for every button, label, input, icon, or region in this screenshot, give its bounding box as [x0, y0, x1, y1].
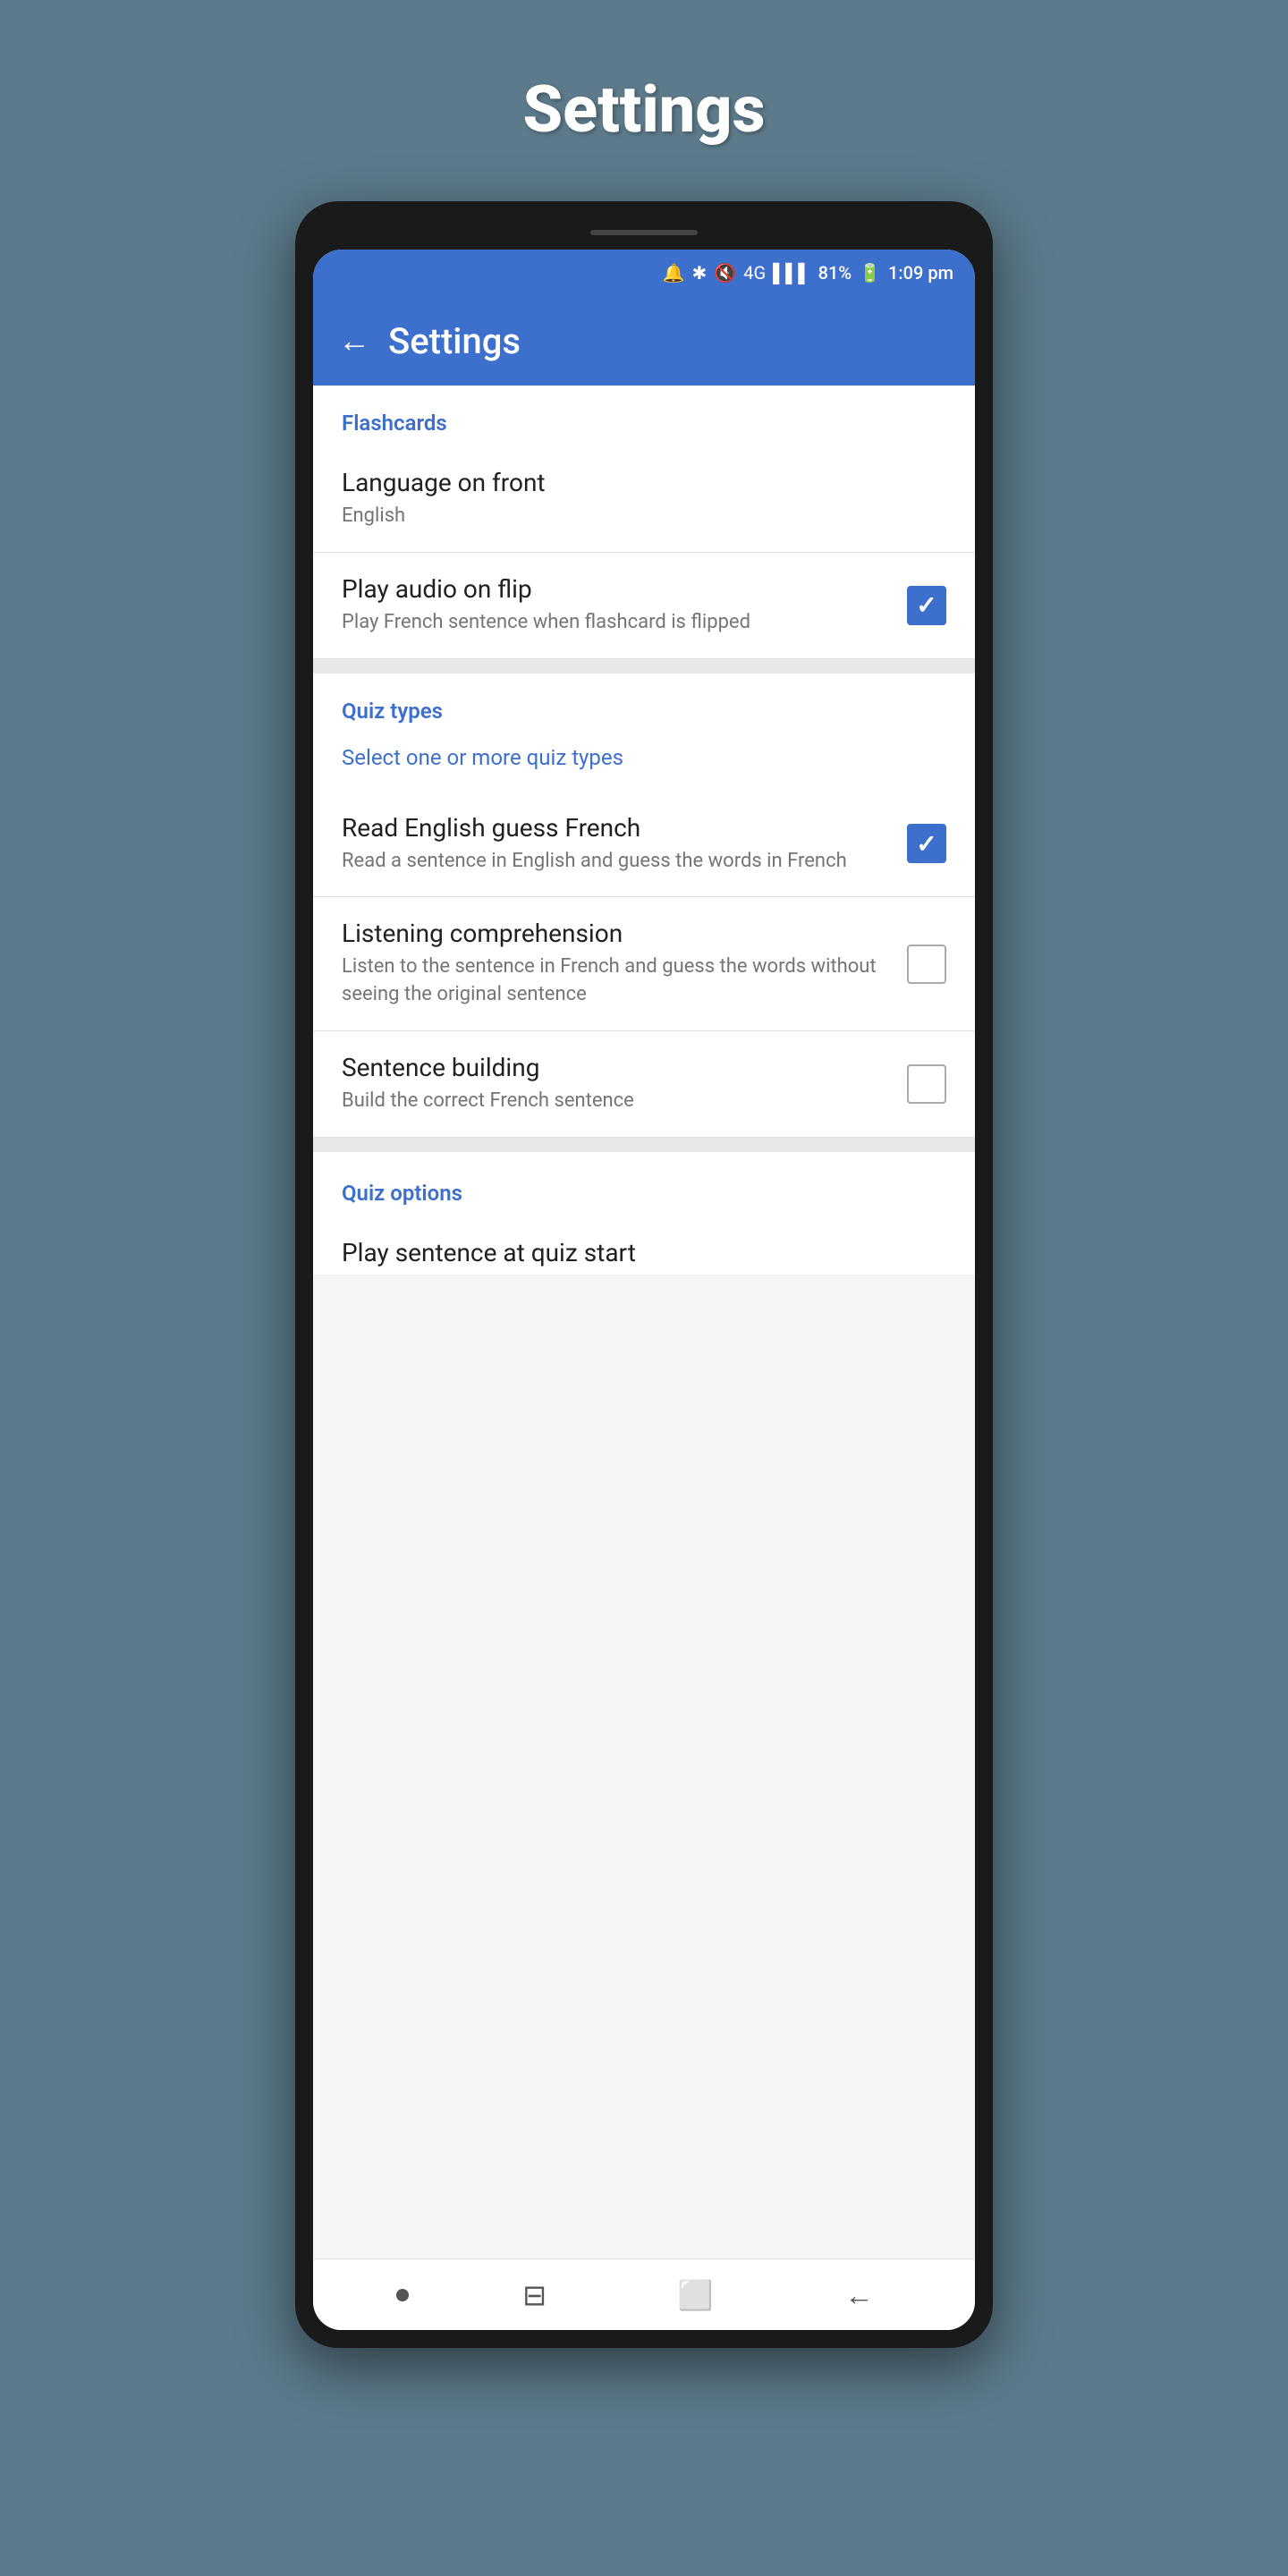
read-english-title: Read English guess French [342, 813, 889, 843]
recent-button[interactable]: ⊟ [504, 2269, 564, 2321]
bottom-nav: ⊟ ⬜ ← [313, 2258, 975, 2330]
quiz-options-section: Quiz options Play sentence at quiz start [313, 1152, 975, 1275]
quiz-types-header: Quiz types [313, 674, 975, 734]
status-icons: 🔔 ✱ 🔇 4G ▌▌▌ 81% 🔋 1:09 pm [663, 262, 953, 284]
divider-1 [313, 659, 975, 674]
read-english-checkbox[interactable] [907, 824, 946, 863]
flashcards-section-header: Flashcards [313, 386, 975, 446]
read-english-subtitle: Read a sentence in English and guess the… [342, 848, 889, 876]
select-hint-container: Select one or more quiz types [313, 734, 975, 792]
select-hint-text: Select one or more quiz types [342, 745, 623, 770]
network-icon: 4G [743, 262, 766, 284]
sentence-building-subtitle: Build the correct French sentence [342, 1088, 889, 1115]
sentence-building-title: Sentence building [342, 1053, 889, 1082]
listening-comprehension-text: Listening comprehension Listen to the se… [342, 919, 907, 1009]
page-heading: Settings [522, 72, 765, 148]
sentence-building-item[interactable]: Sentence building Build the correct Fren… [313, 1031, 975, 1138]
bluetooth-icon: ✱ [692, 262, 708, 284]
phone-screen: 🔔 ✱ 🔇 4G ▌▌▌ 81% 🔋 1:09 pm ← Settings Fl… [313, 250, 975, 2330]
home-button[interactable] [396, 2289, 409, 2301]
signal-icon: ▌▌▌ [773, 262, 811, 284]
listening-comprehension-title: Listening comprehension [342, 919, 889, 948]
divider-2 [313, 1138, 975, 1152]
play-audio-title: Play audio on flip [342, 574, 889, 604]
app-bar-title: Settings [388, 320, 521, 362]
phone-frame: 🔔 ✱ 🔇 4G ▌▌▌ 81% 🔋 1:09 pm ← Settings Fl… [295, 201, 993, 2348]
back-button[interactable]: ← [338, 322, 370, 360]
notch-line [590, 230, 698, 235]
quiz-types-label: Quiz types [342, 699, 443, 724]
play-audio-checkbox[interactable] [907, 586, 946, 625]
mute-icon: 🔇 [714, 262, 736, 284]
partial-setting-item: Play sentence at quiz start [313, 1216, 975, 1275]
overview-button[interactable]: ⬜ [660, 2269, 732, 2321]
status-bar: 🔔 ✱ 🔇 4G ▌▌▌ 81% 🔋 1:09 pm [313, 250, 975, 296]
listening-comprehension-item[interactable]: Listening comprehension Listen to the se… [313, 897, 975, 1031]
phone-notch [313, 219, 975, 246]
play-audio-item[interactable]: Play audio on flip Play French sentence … [313, 553, 975, 659]
listening-comprehension-subtitle: Listen to the sentence in French and gue… [342, 953, 889, 1009]
notification-icon: 🔔 [663, 262, 685, 284]
app-bar: ← Settings [313, 296, 975, 386]
language-on-front-subtitle: English [342, 503, 928, 530]
play-audio-text: Play audio on flip Play French sentence … [342, 574, 907, 637]
settings-content: Flashcards Language on front English Pla… [313, 386, 975, 2258]
sentence-building-checkbox[interactable] [907, 1064, 946, 1104]
time-text: 1:09 pm [888, 262, 953, 284]
battery-icon: 🔋 [859, 262, 881, 284]
play-audio-subtitle: Play French sentence when flashcard is f… [342, 609, 889, 637]
quiz-options-header: Quiz options [313, 1156, 975, 1216]
language-on-front-title: Language on front [342, 468, 928, 497]
read-english-text: Read English guess French Read a sentenc… [342, 813, 907, 876]
language-on-front-text: Language on front English [342, 468, 946, 530]
language-on-front-item[interactable]: Language on front English [313, 446, 975, 553]
quiz-types-section: Quiz types Select one or more quiz types [313, 674, 975, 792]
flashcards-label: Flashcards [342, 411, 447, 436]
read-english-item[interactable]: Read English guess French Read a sentenc… [313, 792, 975, 898]
sentence-building-text: Sentence building Build the correct Fren… [342, 1053, 907, 1115]
partial-setting-title: Play sentence at quiz start [342, 1238, 946, 1267]
battery-text: 81% [818, 262, 852, 284]
back-nav-button[interactable]: ← [827, 2269, 892, 2321]
listening-comprehension-checkbox[interactable] [907, 945, 946, 984]
quiz-options-label: Quiz options [342, 1181, 462, 1206]
